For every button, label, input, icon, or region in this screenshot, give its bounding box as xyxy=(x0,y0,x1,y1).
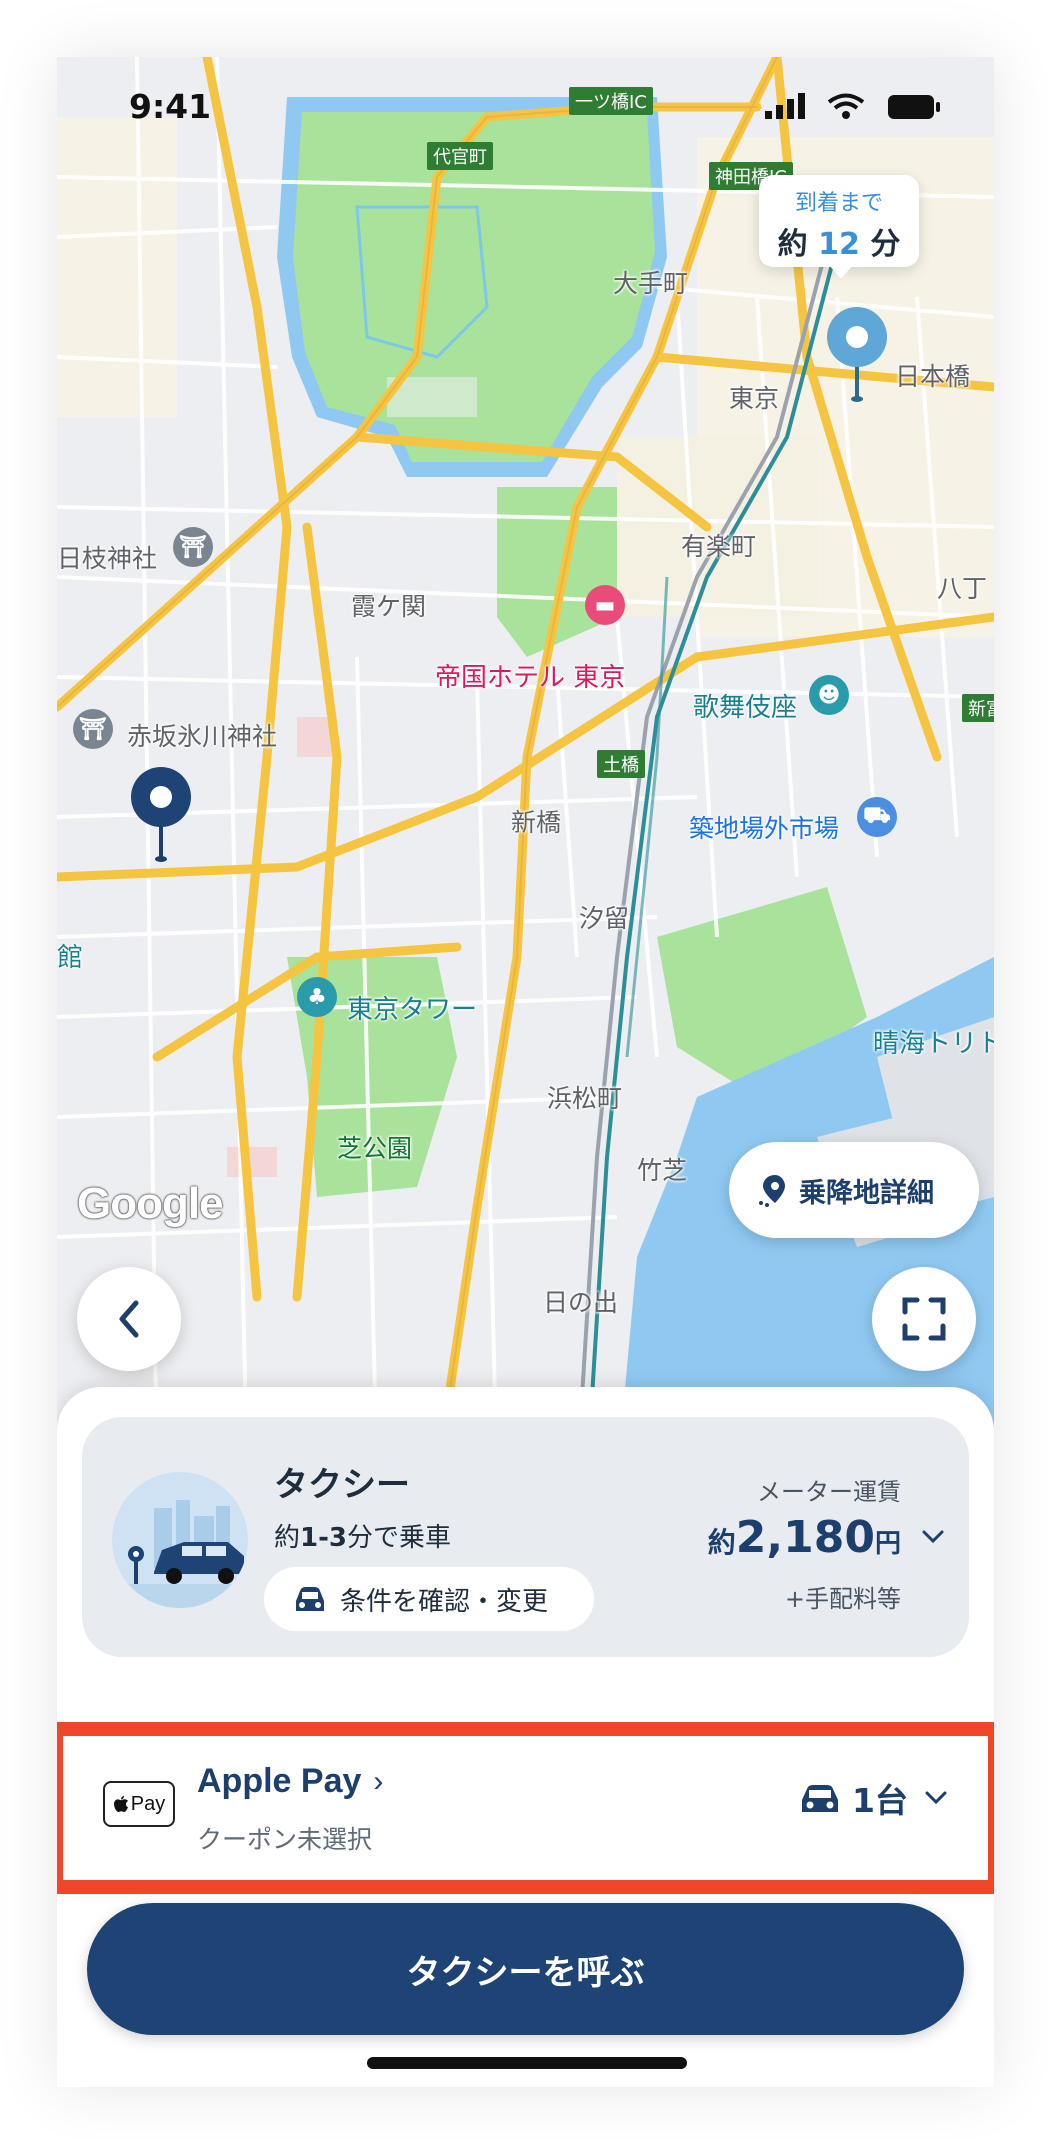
fare-amount: 2,180 xyxy=(735,1512,875,1563)
eta-value: 約 12 分 xyxy=(759,219,919,263)
map-label: 八丁 xyxy=(937,574,988,603)
vehicle-count-value: 1台 xyxy=(852,1781,908,1820)
dropoff-detail-button[interactable]: 乗降地詳細 xyxy=(729,1142,979,1238)
map-label: 晴海トリト xyxy=(873,1029,994,1059)
road-label: 土橋 xyxy=(597,750,645,778)
shopping-cart-icon: ⛟ xyxy=(857,797,897,837)
fare-unit: 円 xyxy=(874,1529,901,1559)
map-label: 新橋 xyxy=(511,808,562,837)
wifi-icon xyxy=(827,93,865,119)
eta-minutes: 12 xyxy=(818,227,860,262)
map-label: 浜松町 xyxy=(547,1084,623,1113)
ride-eta-prefix: 約 xyxy=(274,1523,301,1553)
map-canvas xyxy=(57,57,994,1477)
map-label: 汐留 xyxy=(579,904,630,933)
chevron-left-icon xyxy=(119,1300,139,1338)
map-label: 有楽町 xyxy=(681,532,757,561)
apple-pay-badge-text: Pay xyxy=(130,1792,166,1815)
fullscreen-button[interactable] xyxy=(872,1267,976,1371)
map-label: 日本橋 xyxy=(895,362,971,391)
phone-screen: 一ツ橋IC 代官町 神田橋IC 土橋 新富 大手町 東京 日本橋 日枝神社 有楽… xyxy=(57,57,994,2087)
taxi-illustration xyxy=(112,1472,248,1608)
eta-prefix: 約 xyxy=(777,227,808,262)
status-bar: 9:41 xyxy=(57,57,994,147)
road-label: 新富 xyxy=(962,694,994,722)
map-label: 日の出 xyxy=(543,1288,619,1317)
home-indicator xyxy=(367,2057,687,2069)
shrine-icon: ⛩ xyxy=(173,527,213,567)
hotel-icon: ▬ xyxy=(585,585,625,625)
cellular-signal-icon xyxy=(765,93,805,119)
fare-label: メーター運賃 xyxy=(757,1478,901,1506)
conditions-label: 条件を確認・変更 xyxy=(340,1586,549,1617)
eta-caption: 到着まで xyxy=(794,191,883,216)
payment-row[interactable]: Pay Apple Pay › クーポン未選択 1台 xyxy=(57,1722,994,1894)
back-button[interactable] xyxy=(77,1267,181,1371)
payment-method[interactable]: Apple Pay › xyxy=(197,1762,383,1801)
dropoff-detail-label: 乗降地詳細 xyxy=(799,1177,934,1209)
map-label: 霞ケ関 xyxy=(351,592,427,621)
call-taxi-button[interactable]: タクシーを呼ぶ xyxy=(87,1903,964,2035)
map-label: 館 xyxy=(57,943,84,973)
map-label: 築地場外市場 xyxy=(689,814,840,843)
fare-value: 約2,180円 xyxy=(708,1512,901,1563)
payment-method-label: Apple Pay xyxy=(197,1762,362,1800)
status-time: 9:41 xyxy=(129,87,212,126)
map-view[interactable]: 一ツ橋IC 代官町 神田橋IC 土橋 新富 大手町 東京 日本橋 日枝神社 有楽… xyxy=(57,57,994,1477)
expand-corners-icon xyxy=(902,1297,946,1341)
coupon-status: クーポン未選択 xyxy=(197,1825,373,1854)
eta-unit: 分 xyxy=(870,227,901,262)
theater-icon: ☻ xyxy=(809,675,849,715)
chevron-down-icon[interactable] xyxy=(921,1529,945,1545)
map-label: 赤坂氷川神社 xyxy=(127,722,278,751)
shrine-icon: ⛩ xyxy=(73,709,113,749)
apple-logo-icon xyxy=(113,1796,128,1812)
ride-eta: 約1-3分で乗車 xyxy=(274,1517,451,1554)
chevron-down-icon xyxy=(925,1791,947,1805)
map-label: 日枝神社 xyxy=(57,544,158,573)
map-label: 歌舞伎座 xyxy=(693,693,798,723)
car-icon xyxy=(802,1785,839,1812)
eta-bubble: 到着まで 約 12 分 xyxy=(759,175,919,279)
apple-pay-badge: Pay xyxy=(103,1781,175,1827)
ride-eta-suffix: 分で乗車 xyxy=(347,1523,452,1553)
taxi-car-illustration xyxy=(112,1500,248,1608)
fare-prefix: 約 xyxy=(707,1526,736,1559)
map-label: 東京タワー xyxy=(347,995,478,1025)
ride-title: タクシー xyxy=(274,1465,410,1505)
fare-extra: +手配料等 xyxy=(784,1585,901,1613)
map-label: 帝国ホテル 東京 xyxy=(435,663,626,693)
landmark-icon: ♣ xyxy=(297,977,337,1017)
ride-option-card[interactable]: タクシー 約1-3分で乗車 条件を確認・変更 メーター運賃 約2,180円 +手… xyxy=(82,1417,969,1657)
car-icon xyxy=(296,1587,324,1611)
map-label: 竹芝 xyxy=(637,1156,688,1185)
conditions-button[interactable]: 条件を確認・変更 xyxy=(264,1567,594,1631)
vehicle-count-selector[interactable]: 1台 xyxy=(798,1774,948,1822)
chevron-right-icon: › xyxy=(373,1764,384,1798)
map-label: 芝公園 xyxy=(337,1134,413,1163)
ride-eta-range: 1-3 xyxy=(300,1523,347,1553)
google-logo: Google xyxy=(77,1179,224,1228)
location-pin-dots-icon xyxy=(759,1175,785,1207)
map-label: 東京 xyxy=(729,384,780,413)
map-label: 大手町 xyxy=(613,269,689,298)
bottom-sheet: タクシー 約1-3分で乗車 条件を確認・変更 メーター運賃 約2,180円 +手… xyxy=(57,1387,994,2087)
battery-icon xyxy=(888,95,940,119)
